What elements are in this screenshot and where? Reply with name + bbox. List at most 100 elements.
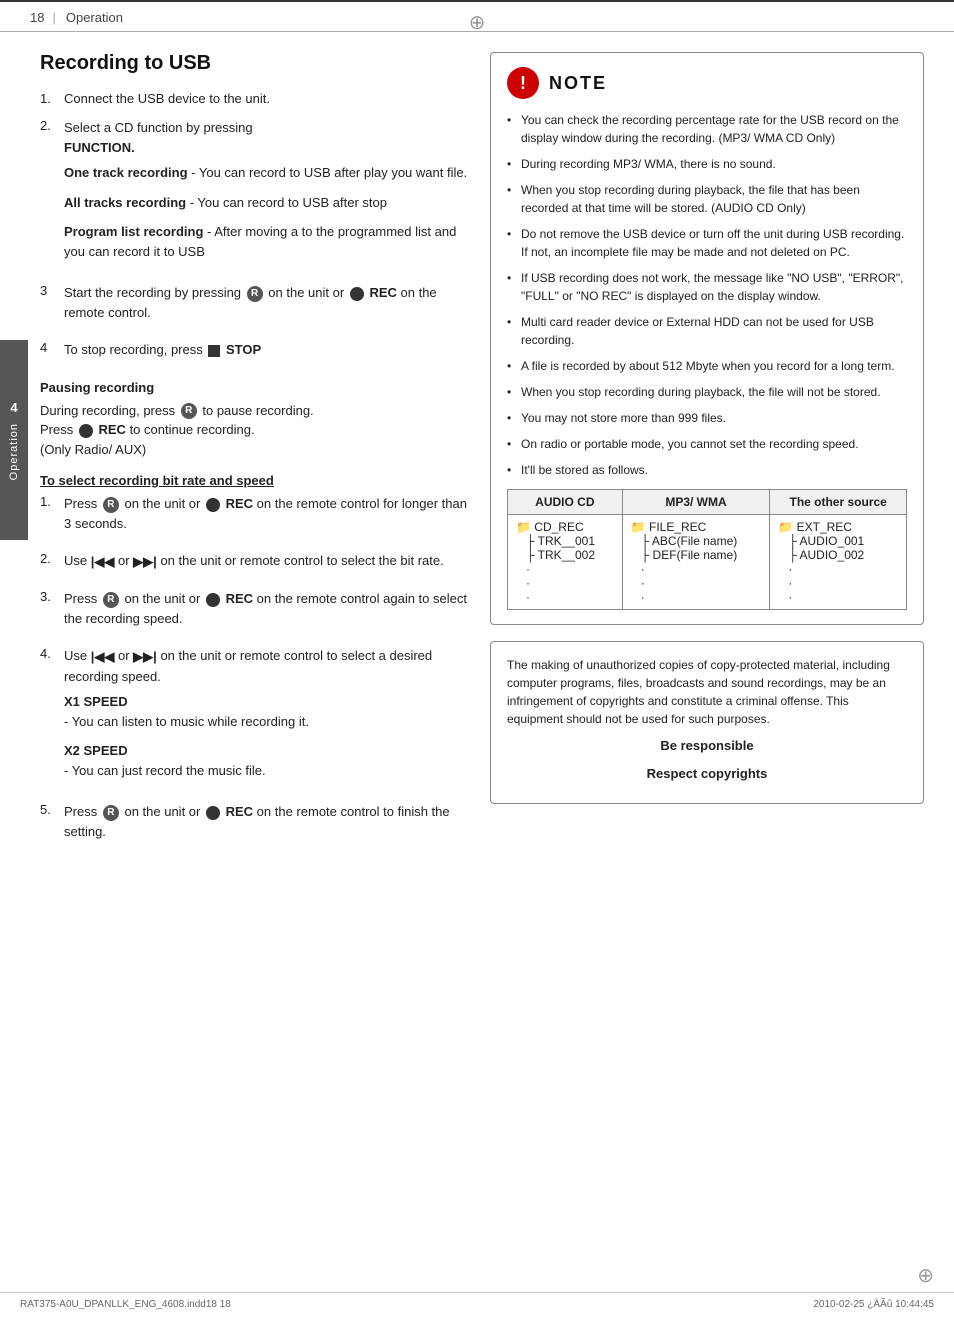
trk-002: ├ TRK__002 (516, 548, 614, 562)
copyright-box: The making of unauthorized copies of cop… (490, 641, 924, 804)
rec-circle-pause (79, 424, 93, 438)
page-wrapper: ⊕ 18 | Operation 4 Operation Recording t… (0, 0, 954, 1318)
sub-block-onetrack: One track recording - You can record to … (64, 163, 470, 183)
pausing-heading: Pausing recording (40, 380, 470, 395)
step-2-num: 2. (40, 118, 58, 271)
bitrate-step-4-content: Use |◀◀ or ▶▶| on the unit or remote con… (64, 646, 470, 790)
rec-btn-bitrate3: R (103, 592, 119, 608)
sub-block-alltracks: All tracks recording - You can record to… (64, 193, 470, 213)
note-item-2: When you stop recording during playback,… (507, 181, 907, 217)
main-content: Recording to USB 1. Connect the USB devi… (0, 32, 954, 879)
note-item-4: If USB recording does not work, the mess… (507, 269, 907, 305)
note-item-10: It'll be stored as follows. (507, 461, 907, 479)
bitrate-step-5: 5. Press R on the unit or REC on the rem… (40, 802, 470, 847)
def-file: ├ DEF(File name) (631, 548, 762, 562)
bitrate-step-3-content: Press R on the unit or REC on the remote… (64, 589, 470, 634)
sidebar-chapter-num: 4 (10, 400, 17, 415)
col1-cell: 📁 CD_REC ├ TRK__001 ├ TRK__002 · · · (508, 515, 623, 610)
ext-rec-folder: 📁 EXT_REC (778, 520, 852, 534)
footer: RAT375-A0U_DPANLLK_ENG_4608.indd18 18 20… (0, 1292, 954, 1310)
note-item-9: On radio or portable mode, you cannot se… (507, 435, 907, 453)
step-2-content: Select a CD function by pressing FUNCTIO… (64, 118, 470, 271)
bitrate-step-2-num: 2. (40, 551, 58, 577)
sub-block-programlist: Program list recording - After moving a … (64, 222, 470, 261)
skip-prev-icon-4: |◀◀ (91, 647, 115, 667)
col-mp3-wma: MP3/ WMA (622, 490, 770, 515)
copyright-text: The making of unauthorized copies of cop… (507, 656, 907, 728)
ext-dots-2: · (778, 576, 898, 590)
note-item-6: A file is recorded by about 512 Mbyte wh… (507, 357, 907, 375)
file-rec-folder: 📁 FILE_REC (631, 520, 707, 534)
step-3: 3 Start the recording by pressing R on t… (40, 283, 470, 328)
bitrate-step-5-num: 5. (40, 802, 58, 847)
rec-btn-bitrate1: R (103, 497, 119, 513)
audio-002: ├ AUDIO_002 (778, 548, 898, 562)
note-title: NOTE (549, 73, 607, 94)
file-table-row: 📁 CD_REC ├ TRK__001 ├ TRK__002 · · · 📁 F… (508, 515, 907, 610)
cd-dots-2: · (516, 576, 614, 590)
step-4: 4 To stop recording, press STOP (40, 340, 470, 366)
note-header: ! NOTE (507, 67, 907, 99)
header-title: Operation (66, 10, 123, 25)
trk-001: ├ TRK__001 (516, 534, 614, 548)
abc-file: ├ ABC(File name) (631, 534, 762, 548)
page-number: 18 (30, 10, 44, 25)
bitrate-heading: To select recording bit rate and speed (40, 473, 470, 488)
note-item-0: You can check the recording percentage r… (507, 111, 907, 147)
col-other: The other source (770, 490, 907, 515)
note-item-3: Do not remove the USB device or turn off… (507, 225, 907, 261)
skip-prev-icon: |◀◀ (91, 552, 115, 572)
bitrate-step-1-num: 1. (40, 494, 58, 539)
audio-001: ├ AUDIO_001 (778, 534, 898, 548)
bitrate-step-1: 1. Press R on the unit or REC on the rem… (40, 494, 470, 539)
sidebar-tab: 4 Operation (0, 340, 28, 540)
step-3-content: Start the recording by pressing R on the… (64, 283, 470, 328)
step-1-num: 1. (40, 91, 58, 106)
step-4-content: To stop recording, press STOP (64, 340, 470, 366)
copyright-bold2: Respect copyrights (507, 764, 907, 784)
note-item-5: Multi card reader device or External HDD… (507, 313, 907, 349)
top-line (0, 0, 954, 2)
rec-circle-icon-step3 (350, 287, 364, 301)
col2-cell: 📁 FILE_REC ├ ABC(File name) ├ DEF(File n… (622, 515, 770, 610)
bitrate-step-4-num: 4. (40, 646, 58, 790)
skip-next-icon-4: ▶▶| (133, 647, 157, 667)
right-column: ! NOTE You can check the recording perce… (490, 52, 924, 859)
step-1: 1. Connect the USB device to the unit. (40, 91, 470, 106)
x1-speed-block: X1 SPEED - You can listen to music while… (64, 692, 470, 731)
note-item-7: When you stop recording during playback,… (507, 383, 907, 401)
rec-circle-bitrate5 (206, 806, 220, 820)
stop-icon-step4 (208, 345, 220, 357)
step-2-text: Select a CD function by pressing FUNCTIO… (64, 118, 470, 157)
mp3-dots-3: · (631, 590, 762, 604)
bitrate-step-2: 2. Use |◀◀ or ▶▶| on the unit or remote … (40, 551, 470, 577)
bitrate-step-5-content: Press R on the unit or REC on the remote… (64, 802, 470, 847)
step-2: 2. Select a CD function by pressing FUNC… (40, 118, 470, 271)
col-audio-cd: AUDIO CD (508, 490, 623, 515)
pause-btn-icon: R (181, 403, 197, 419)
x2-speed-block: X2 SPEED - You can just record the music… (64, 741, 470, 780)
section-title: Recording to USB (40, 52, 470, 75)
footer-right: 2010-02-25 ¿ÀÃû 10:44:45 (813, 1299, 934, 1310)
cd-rec-folder: 📁 CD_REC (516, 520, 584, 534)
main-steps-list: 1. Connect the USB device to the unit. 2… (40, 91, 470, 366)
step-1-content: Connect the USB device to the unit. (64, 91, 470, 106)
bitrate-step-1-content: Press R on the unit or REC on the remote… (64, 494, 470, 539)
bitrate-step-3: 3. Press R on the unit or REC on the rem… (40, 589, 470, 634)
rec-btn-bitrate5: R (103, 805, 119, 821)
bitrate-step-2-content: Use |◀◀ or ▶▶| on the unit or remote con… (64, 551, 470, 577)
crosshair-top: ⊕ (469, 10, 486, 35)
mp3-dots-1: · (631, 562, 762, 576)
copyright-bold1: Be responsible (507, 736, 907, 756)
rec-circle-bitrate1 (206, 498, 220, 512)
bitrate-step-3-num: 3. (40, 589, 58, 634)
left-column: Recording to USB 1. Connect the USB devi… (40, 52, 470, 859)
bitrate-steps-list: 1. Press R on the unit or REC on the rem… (40, 494, 470, 847)
note-box: ! NOTE You can check the recording perce… (490, 52, 924, 625)
cd-dots-1: · (516, 562, 614, 576)
note-list: You can check the recording percentage r… (507, 111, 907, 479)
crosshair-bottom-right: ⊕ (917, 1263, 934, 1288)
note-item-8: You may not store more than 999 files. (507, 409, 907, 427)
ext-dots-3: · (778, 590, 898, 604)
col3-cell: 📁 EXT_REC ├ AUDIO_001 ├ AUDIO_002 · · · (770, 515, 907, 610)
